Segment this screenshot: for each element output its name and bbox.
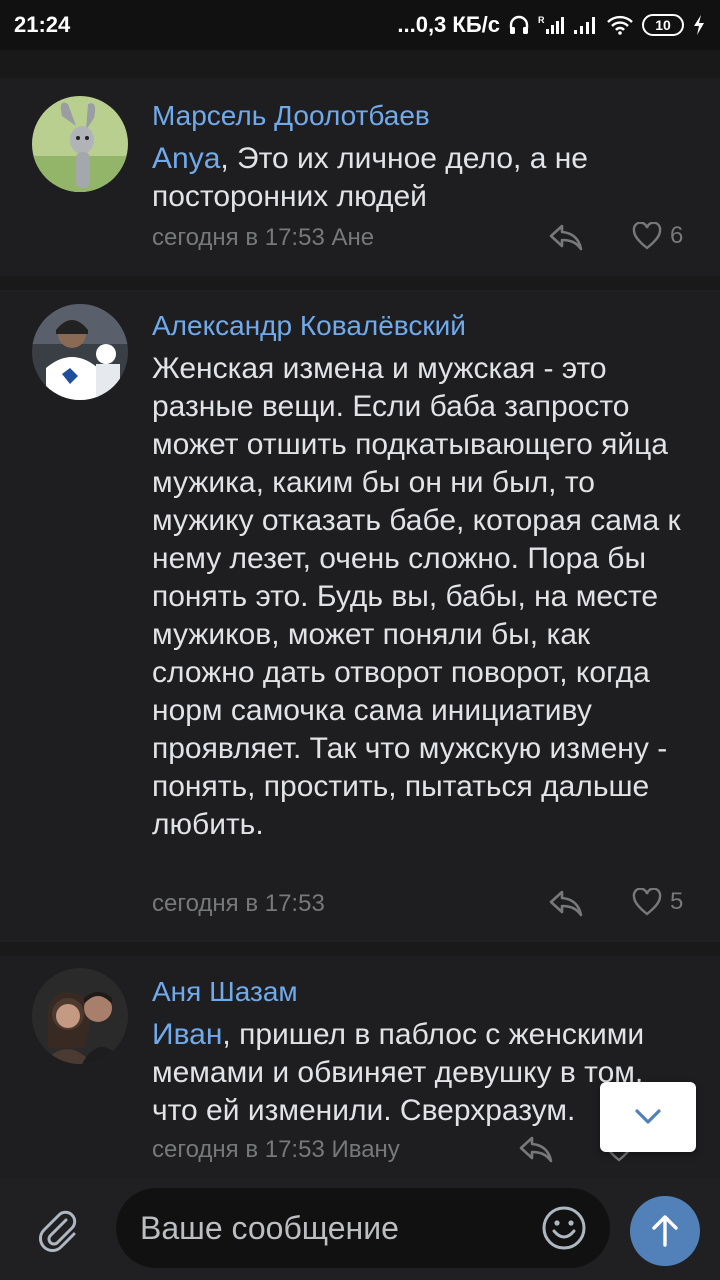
comment-author[interactable]: Александр Ковалёвский xyxy=(152,310,466,342)
comment-timestamp: сегодня в 17:53 xyxy=(152,890,325,917)
wifi-icon xyxy=(606,14,634,36)
headphones-icon xyxy=(508,14,530,36)
svg-text:R: R xyxy=(538,15,545,25)
avatar[interactable] xyxy=(32,304,128,400)
network-speed: ...0,3 КБ/с xyxy=(397,12,500,37)
like-button[interactable]: 6 xyxy=(632,222,683,250)
reply-icon[interactable] xyxy=(518,1134,554,1164)
message-composer: Ваше сообщение xyxy=(0,1178,720,1280)
status-bar: 21:24 ...0,3 КБ/с R 10 xyxy=(0,0,720,50)
status-icons: ...0,3 КБ/с R 10 xyxy=(397,12,706,38)
heart-icon xyxy=(632,222,662,250)
send-button[interactable] xyxy=(630,1196,700,1266)
comments-feed[interactable]: Марсель Доолотбаев Anya, Это их личное д… xyxy=(0,50,720,1178)
comment-item: Марсель Доолотбаев Anya, Это их личное д… xyxy=(0,78,720,276)
signal-roaming-icon: R xyxy=(538,14,564,36)
scroll-down-button[interactable] xyxy=(600,1082,696,1152)
battery-icon: 10 xyxy=(642,14,684,36)
chevron-down-icon xyxy=(635,1109,661,1124)
attach-icon[interactable] xyxy=(36,1208,80,1252)
comment-text: Женская измена и мужская - это разные ве… xyxy=(152,350,692,844)
avatar[interactable] xyxy=(32,96,128,192)
message-placeholder: Ваше сообщение xyxy=(140,1210,399,1246)
emoji-icon[interactable] xyxy=(540,1204,588,1252)
mention-link[interactable]: Иван xyxy=(152,1018,222,1051)
like-count: 6 xyxy=(670,222,684,249)
status-time: 21:24 xyxy=(14,12,71,37)
comment-divider xyxy=(0,276,720,290)
avatar[interactable] xyxy=(32,968,128,1064)
comment-body: Женская измена и мужская - это разные ве… xyxy=(152,352,681,841)
charging-icon xyxy=(692,14,706,36)
comment-body: , пришел в паблос с женскими мемами и об… xyxy=(152,1018,645,1127)
comment-item: Александр Ковалёвский Женская измена и м… xyxy=(0,290,720,942)
like-button[interactable]: 5 xyxy=(632,888,683,916)
arrow-up-icon xyxy=(652,1215,678,1247)
comment-author[interactable]: Марсель Доолотбаев xyxy=(152,100,430,132)
signal-icon xyxy=(572,14,598,36)
like-count: 5 xyxy=(670,888,684,915)
comment-text: Anya, Это их личное дело, а не посторонн… xyxy=(152,140,692,216)
heart-icon xyxy=(632,888,662,916)
comment-timestamp: сегодня в 17:53 Ивану xyxy=(152,1136,400,1163)
battery-level: 10 xyxy=(655,17,671,33)
message-input[interactable]: Ваше сообщение xyxy=(116,1188,610,1268)
comment-timestamp: сегодня в 17:53 Ане xyxy=(152,224,375,251)
mention-link[interactable]: Anya xyxy=(152,142,220,175)
reply-icon[interactable] xyxy=(548,222,584,252)
comment-author[interactable]: Аня Шазам xyxy=(152,976,298,1008)
reply-icon[interactable] xyxy=(548,888,584,918)
comment-divider xyxy=(0,942,720,956)
